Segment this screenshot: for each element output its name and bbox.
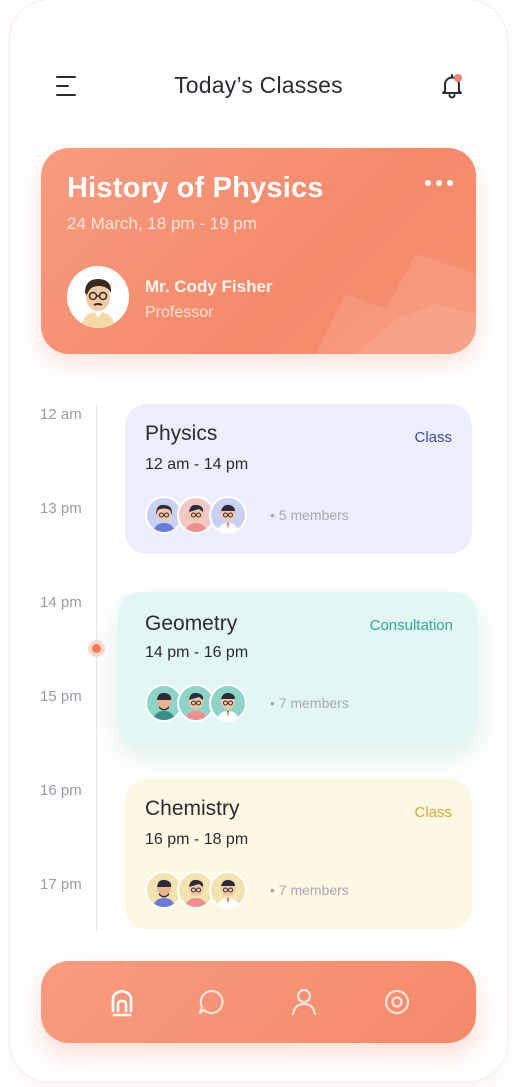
target-icon[interactable]: [380, 985, 414, 1019]
teacher-name: Mr. Cody Fisher: [145, 277, 273, 296]
avatar: [209, 871, 247, 909]
bottom-navigation: [41, 961, 476, 1043]
time-label: 12 am: [40, 406, 82, 423]
time-label: 14 pm: [40, 594, 82, 611]
teacher-avatar: [67, 266, 129, 328]
time-label: 17 pm: [40, 876, 82, 893]
class-type-tag: Consultation: [369, 617, 453, 634]
featured-class-card[interactable]: History of Physics 24 March, 18 pm - 19 …: [41, 148, 476, 354]
home-icon[interactable]: [105, 985, 139, 1019]
class-card-physics[interactable]: Physics 12 am - 14 pm Class • 5 members: [125, 404, 472, 554]
class-time: 12 am - 14 pm: [145, 456, 249, 473]
class-card-chemistry[interactable]: Chemistry 16 pm - 18 pm Class • 7 member…: [125, 779, 472, 929]
member-avatars: [145, 684, 265, 722]
class-title: Geometry: [145, 612, 238, 635]
featured-class-date: 24 March, 18 pm - 19 pm: [67, 214, 257, 233]
featured-class-title: History of Physics: [67, 172, 324, 204]
timeline-line: [96, 404, 97, 932]
members-count: • 5 members: [270, 507, 349, 523]
time-label: 15 pm: [40, 688, 82, 705]
time-label: 16 pm: [40, 782, 82, 799]
more-dots-icon[interactable]: [425, 178, 455, 190]
profile-icon[interactable]: [287, 985, 321, 1019]
members-count: • 7 members: [270, 882, 349, 898]
notification-dot: [454, 74, 462, 82]
avatar: [209, 496, 247, 534]
card-decoration: [316, 254, 476, 354]
member-avatars: [145, 496, 265, 534]
class-time: 16 pm - 18 pm: [145, 831, 249, 848]
time-label: 13 pm: [40, 500, 82, 517]
class-type-tag: Class: [414, 804, 452, 821]
teacher-role: Professor: [145, 304, 214, 321]
chat-icon[interactable]: [195, 985, 229, 1019]
avatar: [209, 684, 247, 722]
class-card-geometry[interactable]: Geometry 14 pm - 16 pm Consultation • 7 …: [118, 592, 477, 744]
member-avatars: [145, 871, 265, 909]
current-time-marker: [88, 640, 105, 657]
class-title: Chemistry: [145, 797, 240, 820]
members-count: • 7 members: [270, 695, 349, 711]
class-type-tag: Class: [414, 429, 452, 446]
class-time: 14 pm - 16 pm: [145, 644, 249, 661]
class-title: Physics: [145, 422, 218, 445]
